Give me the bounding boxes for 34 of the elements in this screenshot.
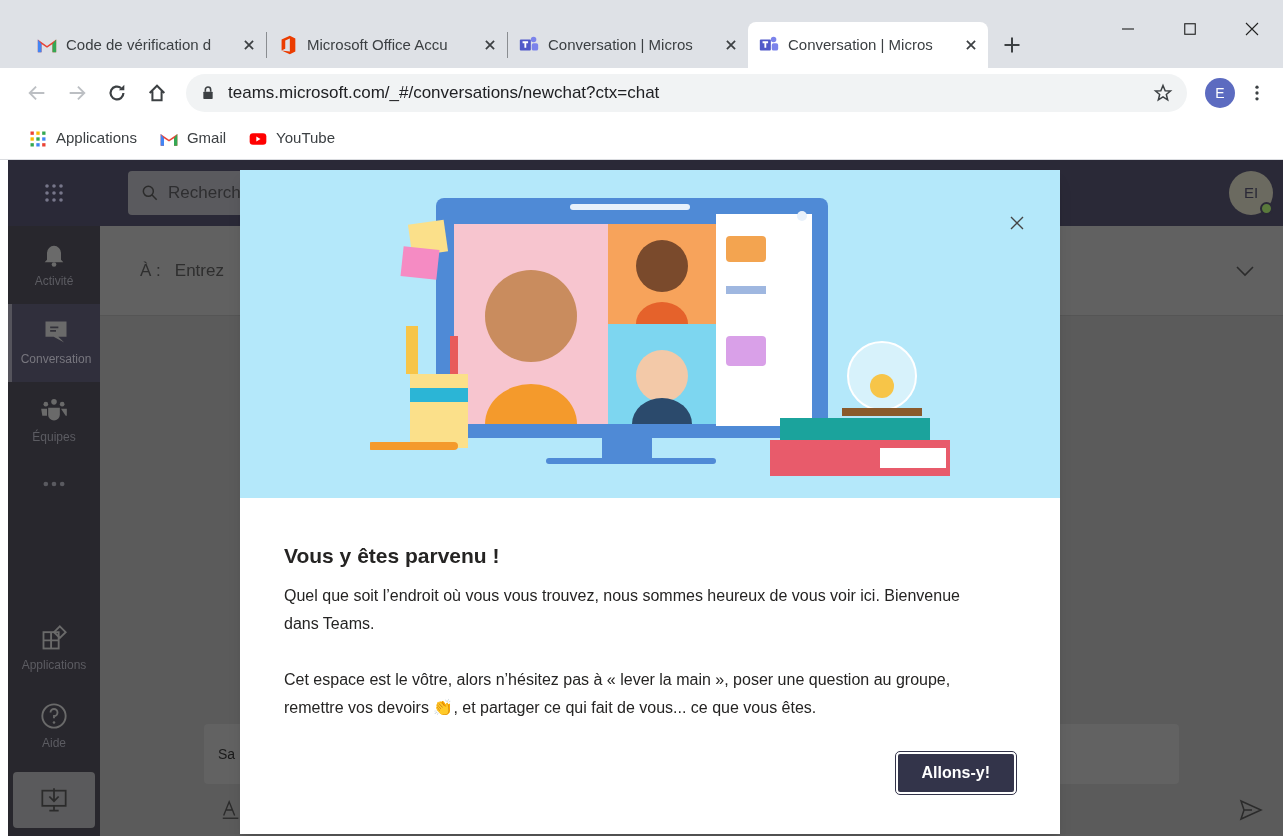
address-bar[interactable]: teams.microsoft.com/_#/conversations/newchat?ctx=chat xyxy=(186,74,1187,112)
confirm-button[interactable]: Allons-y! xyxy=(895,751,1016,794)
home-icon[interactable] xyxy=(146,82,168,104)
maximize-icon[interactable] xyxy=(1181,20,1199,38)
star-icon[interactable] xyxy=(1153,83,1173,103)
tab-title: Code de vérification d xyxy=(66,34,213,55)
help-icon xyxy=(40,702,68,730)
dialog-paragraph: Quel que soit l’endroit où vous vous trouvez, nous sommes heureux de vous voir ici. Bienvenue dans Teams. xyxy=(284,585,961,634)
close-icon[interactable] xyxy=(242,38,256,52)
monitor-download-icon xyxy=(40,786,68,814)
profile-avatar[interactable]: E xyxy=(1205,78,1235,108)
bookmark[interactable]: Gmail xyxy=(158,127,227,150)
browser-tab[interactable]: Conversation | Micros xyxy=(508,22,748,68)
new-tab-icon[interactable] xyxy=(1002,35,1022,55)
dialog-title: Vous y êtes parvenu ! xyxy=(284,543,501,569)
bookmark[interactable]: YouTube xyxy=(248,127,335,150)
tab-title: Conversation | Micros xyxy=(548,34,694,55)
dialog-paragraph: Cet espace est le vôtre, alors n’hésitez pas à « lever la main », poser une question au groupe, remettre vos devoirs 👏, et partager ce qui fait de vous... ce que vous êtes. xyxy=(284,669,952,718)
close-icon[interactable] xyxy=(724,38,738,52)
browser-tab[interactable]: Code de vérification d xyxy=(26,22,266,68)
search-icon xyxy=(140,183,160,203)
close-icon[interactable] xyxy=(1008,214,1026,232)
tab-title: Microsoft Office Accu xyxy=(307,34,449,55)
browser-tab[interactable]: Conversation | Micros xyxy=(748,22,988,68)
lock-icon xyxy=(200,85,216,101)
apps-icon xyxy=(40,624,68,652)
close-icon[interactable] xyxy=(1243,20,1261,38)
app-launcher-icon xyxy=(42,181,66,205)
tab-title: Conversation | Micros xyxy=(788,34,934,55)
close-icon[interactable] xyxy=(483,38,497,52)
browser-tab[interactable]: Microsoft Office Accu xyxy=(267,22,507,68)
url-text: teams.microsoft.com/_#/conversations/newchat?ctx=chat xyxy=(228,82,661,105)
close-icon[interactable] xyxy=(964,38,978,52)
bookmark[interactable]: Applications xyxy=(28,127,137,150)
